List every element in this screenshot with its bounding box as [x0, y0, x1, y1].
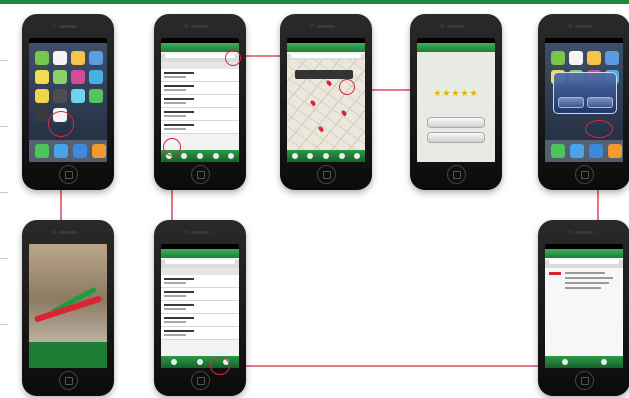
home-button[interactable] [575, 371, 594, 390]
cancel-button[interactable] [558, 97, 584, 108]
rating-button[interactable] [427, 117, 485, 128]
splash-screen [29, 244, 107, 368]
map-pin-icon[interactable] [325, 79, 333, 87]
list-item[interactable] [161, 108, 239, 121]
continue-button[interactable] [587, 97, 613, 108]
tab-icon[interactable] [196, 153, 203, 159]
map-pin-icon[interactable] [317, 125, 325, 133]
list-item[interactable] [161, 275, 239, 288]
tap-highlight [225, 50, 241, 66]
list-item[interactable] [161, 82, 239, 95]
alert-screen [545, 38, 623, 162]
tab-icon[interactable] [181, 153, 188, 159]
list-item[interactable] [161, 314, 239, 327]
phone-home-screen [22, 14, 114, 190]
news-item[interactable] [565, 282, 609, 284]
tab-bar [545, 356, 623, 368]
tab-icon[interactable] [228, 153, 235, 159]
list-item[interactable] [161, 301, 239, 314]
phone-category-list [154, 14, 246, 190]
phone-splash [22, 220, 114, 396]
home-button[interactable] [575, 165, 594, 184]
news-item[interactable] [565, 277, 613, 279]
phone-supermarket-list [154, 220, 246, 396]
news-screen [545, 244, 623, 368]
phone-news [538, 220, 629, 396]
tab-icon[interactable] [307, 153, 314, 159]
rating-screen: ★★★★★ [417, 38, 495, 162]
alert-dialog [553, 72, 617, 114]
map-callout[interactable] [295, 70, 353, 79]
tap-highlight [163, 138, 181, 156]
phone-map-view [280, 14, 372, 190]
tab-icon[interactable] [561, 359, 568, 365]
tab-icon[interactable] [600, 359, 607, 365]
home-button[interactable] [59, 371, 78, 390]
news-item[interactable] [565, 287, 601, 289]
tap-highlight [210, 357, 230, 375]
news-item[interactable] [565, 272, 605, 274]
tab-icon[interactable] [197, 359, 203, 365]
tab-icon[interactable] [322, 153, 329, 159]
list-item[interactable] [161, 121, 239, 134]
rating-stars-icon[interactable]: ★★★★★ [417, 88, 495, 99]
phone-rating: ★★★★★ [410, 14, 502, 190]
tab-icon[interactable] [354, 153, 361, 159]
home-button[interactable] [191, 165, 210, 184]
brand-banner [29, 342, 107, 368]
rating-button[interactable] [427, 132, 485, 143]
tab-icon[interactable] [338, 153, 345, 159]
tap-highlight [585, 120, 613, 138]
map[interactable] [287, 60, 365, 150]
map-pin-icon[interactable] [309, 99, 317, 107]
tab-icon[interactable] [291, 153, 298, 159]
home-button[interactable] [59, 165, 78, 184]
map-pin-icon[interactable] [340, 109, 348, 117]
home-button[interactable] [191, 371, 210, 390]
tab-icon[interactable] [212, 153, 219, 159]
map-screen [287, 38, 365, 162]
tab-bar [287, 150, 365, 162]
supermarket-list-screen [161, 244, 239, 368]
section-header [161, 268, 239, 275]
list-item[interactable] [161, 327, 239, 340]
tab-icon[interactable] [171, 359, 177, 365]
list-item[interactable] [161, 95, 239, 108]
news-tag [549, 272, 561, 275]
home-button[interactable] [317, 165, 336, 184]
home-button[interactable] [447, 165, 466, 184]
home-screen [29, 38, 107, 162]
tap-highlight [48, 111, 74, 137]
tap-highlight [339, 79, 355, 95]
list-item[interactable] [161, 288, 239, 301]
phone-exit-alert [538, 14, 629, 190]
list-item[interactable] [161, 69, 239, 82]
